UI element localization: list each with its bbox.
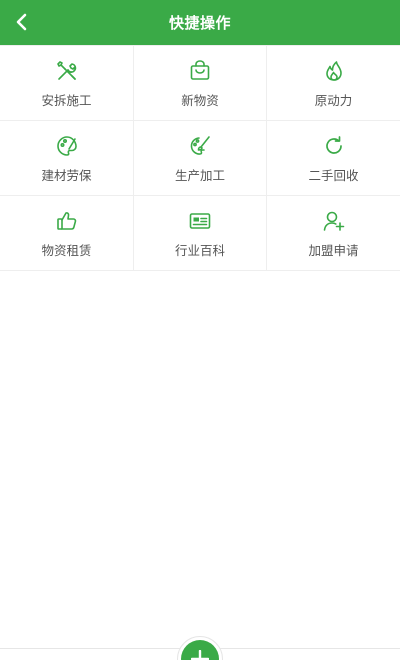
flame-icon [321,58,347,84]
grid-item-building-materials[interactable]: 建材劳保 [0,121,134,196]
grid-item-label: 行业百科 [174,242,225,258]
grid-item-power[interactable]: 原动力 [267,46,400,121]
tools-icon [54,58,80,84]
shopping-bag-icon [187,58,213,84]
grid-item-label: 原动力 [314,92,353,108]
top-bar: 快捷操作 [0,0,400,45]
grid-item-label: 加盟申请 [308,242,359,258]
grid-item-label: 建材劳保 [41,167,92,183]
grid-item-label: 生产加工 [174,167,225,183]
back-button[interactable] [8,8,36,36]
id-card-icon [187,208,213,234]
grid-item-label: 物资租赁 [41,242,92,258]
page-title: 快捷操作 [168,14,231,32]
palette-icon [54,133,80,159]
refresh-icon [321,133,347,159]
grid-item-rental[interactable]: 物资租赁 [0,196,134,271]
plus-icon [191,650,209,660]
grid-item-label: 二手回收 [308,167,359,183]
grid-item-franchise[interactable]: 加盟申请 [267,196,400,271]
thumbs-up-icon [54,208,80,234]
grid-item-label: 新物资 [181,92,219,108]
quick-action-grid: 安拆施工 新物资 原动力 建材劳保 生产加工 二手回收 物资租赁 行业百科 加盟… [0,45,400,271]
grid-item-new-materials[interactable]: 新物资 [134,46,267,121]
user-add-icon [321,208,347,234]
grid-item-recycling[interactable]: 二手回收 [267,121,400,196]
grid-item-label: 安拆施工 [41,92,92,108]
palette-brush-icon [187,133,213,159]
grid-item-processing[interactable]: 生产加工 [134,121,267,196]
grid-item-installation[interactable]: 安拆施工 [0,46,134,121]
grid-item-encyclopedia[interactable]: 行业百科 [134,196,267,271]
chevron-left-icon [16,13,27,31]
